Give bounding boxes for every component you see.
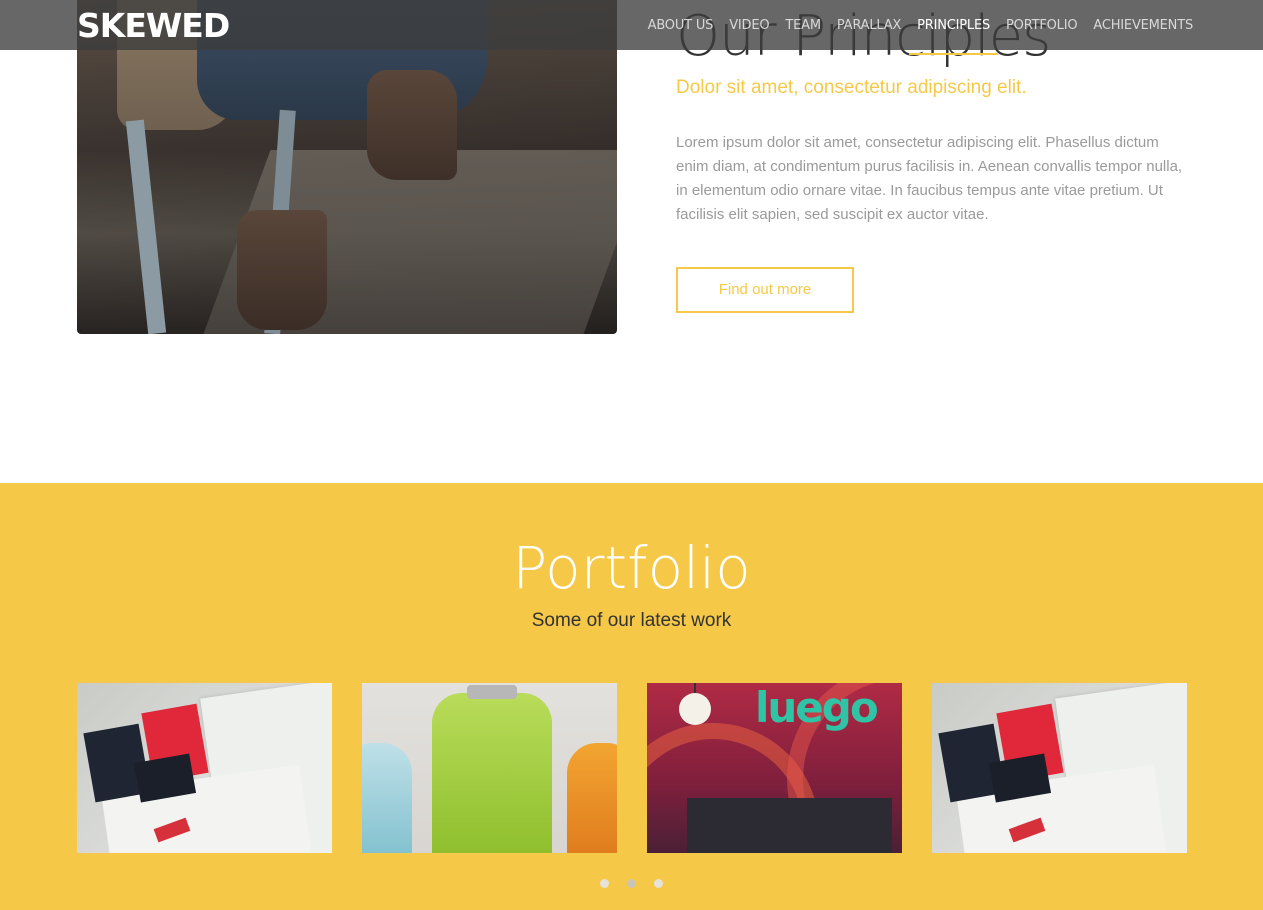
portfolio-item-stationery[interactable] xyxy=(932,683,1187,853)
main-nav: ABOUT US VIDEO TEAM PARALLAX PRINCIPLES … xyxy=(632,0,1193,55)
carousel-dot[interactable] xyxy=(599,879,609,888)
nav-item-achievements[interactable]: ACHIEVEMENTS xyxy=(1093,18,1193,33)
nav-item-principles[interactable]: PRINCIPLES xyxy=(909,18,998,55)
navbar: SKEWED ABOUT US VIDEO TEAM PARALLAX PRIN… xyxy=(0,0,1263,55)
bottle-blue xyxy=(362,743,412,853)
principles-subtitle: Dolor sit amet, consectetur adipiscing e… xyxy=(676,77,1027,98)
nav-item-about-us[interactable]: ABOUT US xyxy=(648,18,714,33)
luego-logo: luego xyxy=(755,683,879,732)
portfolio-title: Portfolio xyxy=(512,534,751,602)
carousel-dot-active[interactable] xyxy=(627,879,636,888)
bottle-orange xyxy=(567,743,617,853)
nav-item-portfolio[interactable]: PORTFOLIO xyxy=(1006,18,1078,33)
find-out-more-button[interactable]: Find out more xyxy=(676,267,854,313)
nav-item-video[interactable]: VIDEO xyxy=(729,18,769,33)
logo[interactable]: SKEWED xyxy=(77,6,230,46)
portfolio-subtitle: Some of our latest work xyxy=(531,610,732,631)
portfolio-section: Portfolio Some of our latest work luego xyxy=(0,483,1263,910)
portfolio-item-luego[interactable]: luego xyxy=(647,683,902,853)
photo-stool-leg xyxy=(125,119,167,334)
bottle-cap xyxy=(467,685,517,699)
carousel-pagination xyxy=(0,875,1263,893)
lamp-icon xyxy=(679,693,711,725)
nav-item-parallax[interactable]: PARALLAX xyxy=(837,18,901,33)
portfolio-item-stationery[interactable] xyxy=(77,683,332,853)
carousel-dot[interactable] xyxy=(654,879,664,888)
portfolio-item-bottles[interactable] xyxy=(362,683,617,853)
nav-item-team[interactable]: TEAM xyxy=(785,18,821,33)
principles-photo xyxy=(77,0,617,334)
principles-body: Lorem ipsum dolor sit amet, consectetur … xyxy=(676,134,1183,223)
photo-boot xyxy=(367,70,457,180)
photo-boot xyxy=(237,210,327,330)
bottle-green xyxy=(432,693,552,853)
sofa xyxy=(687,798,892,853)
